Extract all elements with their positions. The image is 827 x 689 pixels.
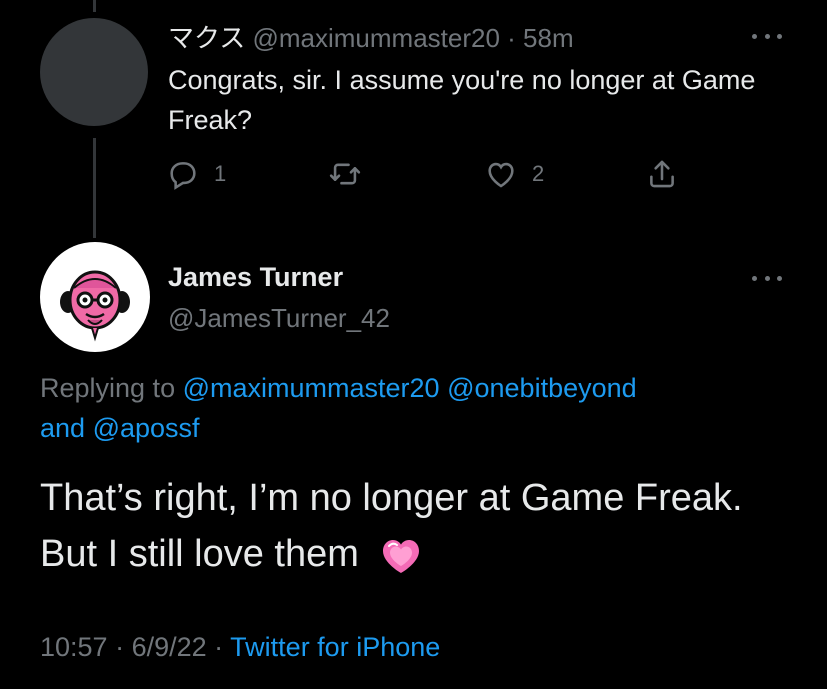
tweet2-display-name[interactable]: James Turner [168, 262, 343, 293]
tweet1-more-icon[interactable] [752, 26, 782, 46]
replying-and[interactable]: and [40, 413, 85, 443]
tweet2-source[interactable]: Twitter for iPhone [230, 632, 440, 662]
like-count: 2 [532, 161, 545, 186]
retweet-button[interactable] [328, 157, 362, 191]
meta-dot-1: · [107, 632, 132, 662]
tweet2-more-icon[interactable] [752, 268, 782, 288]
reply-icon [170, 162, 196, 190]
share-icon [650, 160, 674, 188]
tweet2-date[interactable]: 6/9/22 [132, 632, 207, 662]
tweet1-text: Congrats, sir. I assume you're no longer… [168, 65, 756, 135]
reply-count: 1 [214, 161, 227, 186]
replying-to: Replying to @maximummaster20 @onebitbeyo… [40, 368, 800, 448]
tweet1-handle[interactable]: @maximummaster20 [252, 23, 499, 53]
like-icon [488, 162, 514, 188]
thread-line-top [93, 0, 96, 12]
avatar-illustration [43, 245, 147, 349]
retweet-icon [329, 163, 361, 185]
avatar-maximummaster20[interactable] [40, 18, 148, 126]
tweet1-separator: · [499, 23, 524, 53]
share-button[interactable] [645, 157, 679, 191]
like-button[interactable]: 2 [484, 157, 544, 191]
tweet1-display-name[interactable]: マクス [168, 23, 245, 53]
tweet2-text: That’s right, I’m no longer at Game Frea… [40, 470, 800, 582]
tweet2-meta: 10:57 · 6/9/22 · Twitter for iPhone [40, 632, 440, 663]
thread-line-connector [93, 138, 96, 238]
tweet2-time[interactable]: 10:57 [40, 632, 108, 662]
tweet2-handle[interactable]: @JamesTurner_42 [168, 303, 390, 334]
avatar-jamesturner[interactable] [40, 242, 150, 352]
mention-onebitbeyond[interactable]: @onebitbeyond [447, 373, 637, 403]
tweet1-time[interactable]: 58m [523, 23, 574, 53]
heart-emoji [383, 539, 420, 573]
meta-dot-2: · [206, 632, 231, 662]
replying-to-label: Replying to [40, 373, 176, 403]
mention-maximummaster20[interactable]: @maximummaster20 [183, 373, 440, 403]
mention-apossf[interactable]: @apossf [93, 413, 200, 443]
reply-button[interactable]: 1 [166, 157, 226, 191]
tweet1-header: マクス @maximummaster20 · 58m [168, 18, 574, 55]
